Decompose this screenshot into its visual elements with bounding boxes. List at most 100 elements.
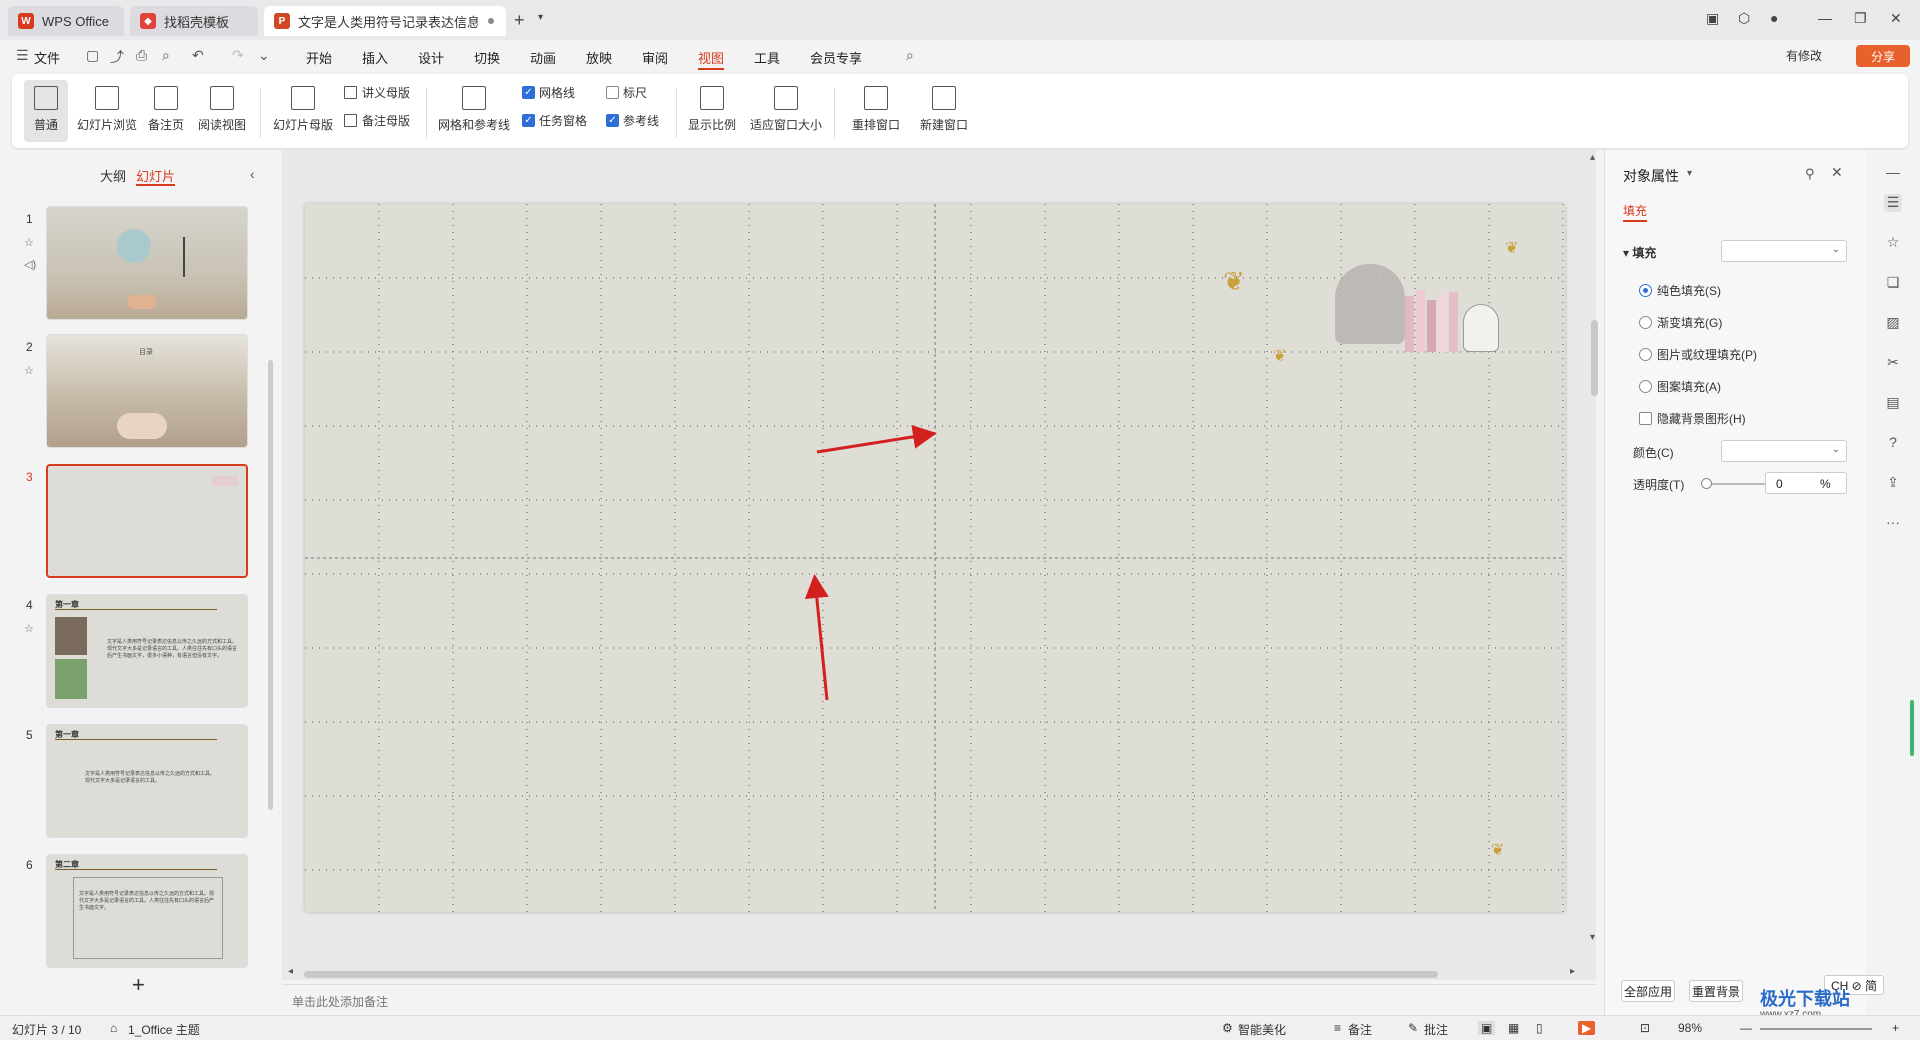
scroll-up-icon[interactable]: ▴ [1590, 152, 1595, 163]
hide-background-checkbox[interactable]: 隐藏背景图形(H) [1639, 410, 1746, 427]
guides-checkbox[interactable]: ✓ 参考线 [606, 112, 659, 129]
theme-name[interactable]: 1_Office 主题 [128, 1021, 200, 1038]
menu-review[interactable]: 审阅 [642, 48, 668, 67]
search-icon[interactable]: ⌕ [906, 47, 914, 64]
new-window-button[interactable]: 新建窗口 [916, 80, 972, 142]
picture-icon[interactable]: ▨ [1884, 314, 1902, 332]
fit-icon[interactable]: ⊡ [1640, 1021, 1650, 1035]
menu-file[interactable]: 文件 [34, 48, 60, 67]
fill-type-select[interactable]: ⌄ [1721, 240, 1847, 262]
minimize-icon[interactable]: — [1818, 10, 1832, 26]
color-select[interactable]: ⌄ [1721, 440, 1847, 462]
properties-icon[interactable]: ☰ [1884, 194, 1902, 212]
menu-animation[interactable]: 动画 [530, 48, 556, 67]
handout-master-button[interactable]: 讲义母版 [344, 84, 410, 101]
menu-slideshow[interactable]: 放映 [586, 48, 612, 67]
notes-page-button[interactable]: 备注页 [144, 80, 188, 142]
menu-icon[interactable]: ☰ [16, 47, 29, 64]
zoom-level[interactable]: 98% [1678, 1021, 1702, 1035]
slide-sorter-button[interactable]: 幻灯片浏览 [74, 80, 140, 142]
tab-slides[interactable]: 幻灯片 [136, 166, 176, 186]
share-panel-icon[interactable]: ⇪ [1884, 474, 1902, 492]
tab-docer[interactable]: ◆ 找稻壳模板 [130, 6, 258, 36]
slide-canvas[interactable]: ❦ ❦ ❦ ❦ [305, 204, 1565, 912]
reading-view-icon[interactable]: ▯ [1536, 1021, 1543, 1035]
reset-background-button[interactable]: 重置背景 [1689, 980, 1743, 1002]
book-icon[interactable]: ▤ [1884, 394, 1902, 412]
grid-guides-button[interactable]: 网格和参考线 [436, 80, 512, 142]
horizontal-scrollbar[interactable] [304, 971, 1438, 978]
collapse-panel-icon[interactable]: ‹ [250, 166, 255, 182]
close-icon[interactable]: ✕ [1890, 10, 1902, 27]
panel-title[interactable]: 对象属性 [1623, 166, 1679, 186]
slide-thumbnail-3[interactable] [46, 464, 248, 578]
solid-fill-radio[interactable]: 纯色填充(S) [1639, 282, 1721, 299]
menu-member[interactable]: 会员专享 [810, 48, 862, 67]
menu-view[interactable]: 视图 [698, 48, 725, 70]
slider-handle[interactable] [1701, 478, 1712, 489]
task-pane-checkbox[interactable]: ✓ 任务窗格 [522, 112, 587, 129]
cube-icon[interactable]: ⬡ [1738, 10, 1750, 27]
notes-master-button[interactable]: 备注母版 [344, 112, 410, 129]
tools-icon[interactable]: ✂ [1884, 354, 1902, 372]
minimize-panel-icon[interactable]: — [1884, 164, 1902, 182]
tab-outline[interactable]: 大纲 [100, 166, 126, 185]
more-icon[interactable]: ··· [1884, 514, 1902, 532]
layers-icon[interactable]: ❏ [1884, 274, 1902, 292]
notes-toggle[interactable]: 备注 [1348, 1021, 1372, 1038]
modified-status[interactable]: 有修改 [1786, 47, 1822, 64]
slide-thumbnail-1[interactable] [46, 206, 248, 320]
pin-icon[interactable]: ⚲ [1805, 166, 1815, 182]
undo-icon[interactable]: ↶ [192, 47, 204, 64]
panel-scrollbar[interactable] [268, 360, 273, 810]
menu-home[interactable]: 开始 [306, 48, 332, 67]
normal-view-button[interactable]: 普通 [24, 80, 68, 142]
tab-wps-office[interactable]: W WPS Office [8, 6, 124, 36]
slide-thumbnail-4[interactable]: 第一章 文字是人类用符号记录表达信息以传之久远的方式和工具。现代文字大多是记录语… [46, 594, 248, 708]
slide-thumbnail-6[interactable]: 第二章 文字是人类用符号记录表达信息以传之久远的方式和工具。现代文字大多是记录语… [46, 854, 248, 968]
smart-beautify-button[interactable]: 智能美化 [1238, 1021, 1286, 1038]
tab-document[interactable]: P 文字是人类用符号记录表达信息以 [264, 6, 506, 36]
chevron-down-icon[interactable]: ▾ [1687, 168, 1692, 179]
apply-all-button[interactable]: 全部应用 [1621, 980, 1675, 1002]
zoom-button[interactable]: 显示比例 [686, 80, 738, 142]
save-icon[interactable]: ▢ [86, 47, 99, 64]
zoom-out-icon[interactable]: — [1740, 1021, 1752, 1035]
scroll-down-icon[interactable]: ▾ [1590, 932, 1595, 943]
slide-thumbnail-5[interactable]: 第一章 文字是人类用符号记录表达信息以传之久远的方式和工具。现代文字大多是记录语… [46, 724, 248, 838]
chevron-down-icon[interactable]: ⌄ [258, 47, 270, 64]
fit-window-button[interactable]: 适应窗口大小 [748, 80, 824, 142]
star-icon[interactable]: ☆ [1884, 234, 1902, 252]
menu-design[interactable]: 设计 [418, 48, 444, 67]
slide-master-button[interactable]: 幻灯片母版 [270, 80, 336, 142]
notes-placeholder[interactable]: 单击此处添加备注 [292, 993, 388, 1010]
comments-toggle[interactable]: 批注 [1424, 1021, 1448, 1038]
notes-bar[interactable]: 单击此处添加备注 [282, 984, 1596, 1014]
tab-fill[interactable]: 填充 [1623, 202, 1648, 222]
normal-view-icon[interactable]: ▣ [1478, 1021, 1496, 1035]
export-icon[interactable]: ⤴ [110, 47, 124, 67]
menu-transition[interactable]: 切换 [474, 48, 500, 67]
slide-thumbnail-2[interactable]: 目录 [46, 334, 248, 448]
close-panel-icon[interactable]: ✕ [1831, 164, 1843, 181]
zoom-slider[interactable] [1760, 1028, 1872, 1030]
ruler-checkbox[interactable]: 标尺 [606, 84, 647, 101]
add-slide-icon[interactable]: + [132, 972, 145, 998]
fill-section-header[interactable]: ▾ 填充 [1623, 244, 1656, 261]
chevron-down-icon[interactable]: ▾ [538, 12, 543, 23]
picture-fill-radio[interactable]: 图片或纹理填充(P) [1639, 346, 1757, 363]
reading-view-button[interactable]: 阅读视图 [194, 80, 250, 142]
menu-insert[interactable]: 插入 [362, 48, 388, 67]
slide-sorter-icon[interactable]: ▦ [1508, 1021, 1519, 1035]
avatar[interactable]: ● [1770, 10, 1778, 26]
pattern-fill-radio[interactable]: 图案填充(A) [1639, 378, 1721, 395]
zoom-in-icon[interactable]: + [1892, 1021, 1899, 1035]
print-icon[interactable]: ⎙ [136, 47, 147, 64]
scroll-right-icon[interactable]: ▸ [1570, 966, 1575, 977]
gridlines-checkbox[interactable]: ✓ 网格线 [522, 84, 575, 101]
transparency-input[interactable]: 0 % [1765, 472, 1847, 494]
redo-icon[interactable]: ↷ [232, 47, 244, 64]
vertical-scrollbar[interactable] [1591, 320, 1598, 396]
layout-icon[interactable]: ▣ [1706, 10, 1719, 27]
arrange-windows-button[interactable]: 重排窗口 [846, 80, 906, 142]
